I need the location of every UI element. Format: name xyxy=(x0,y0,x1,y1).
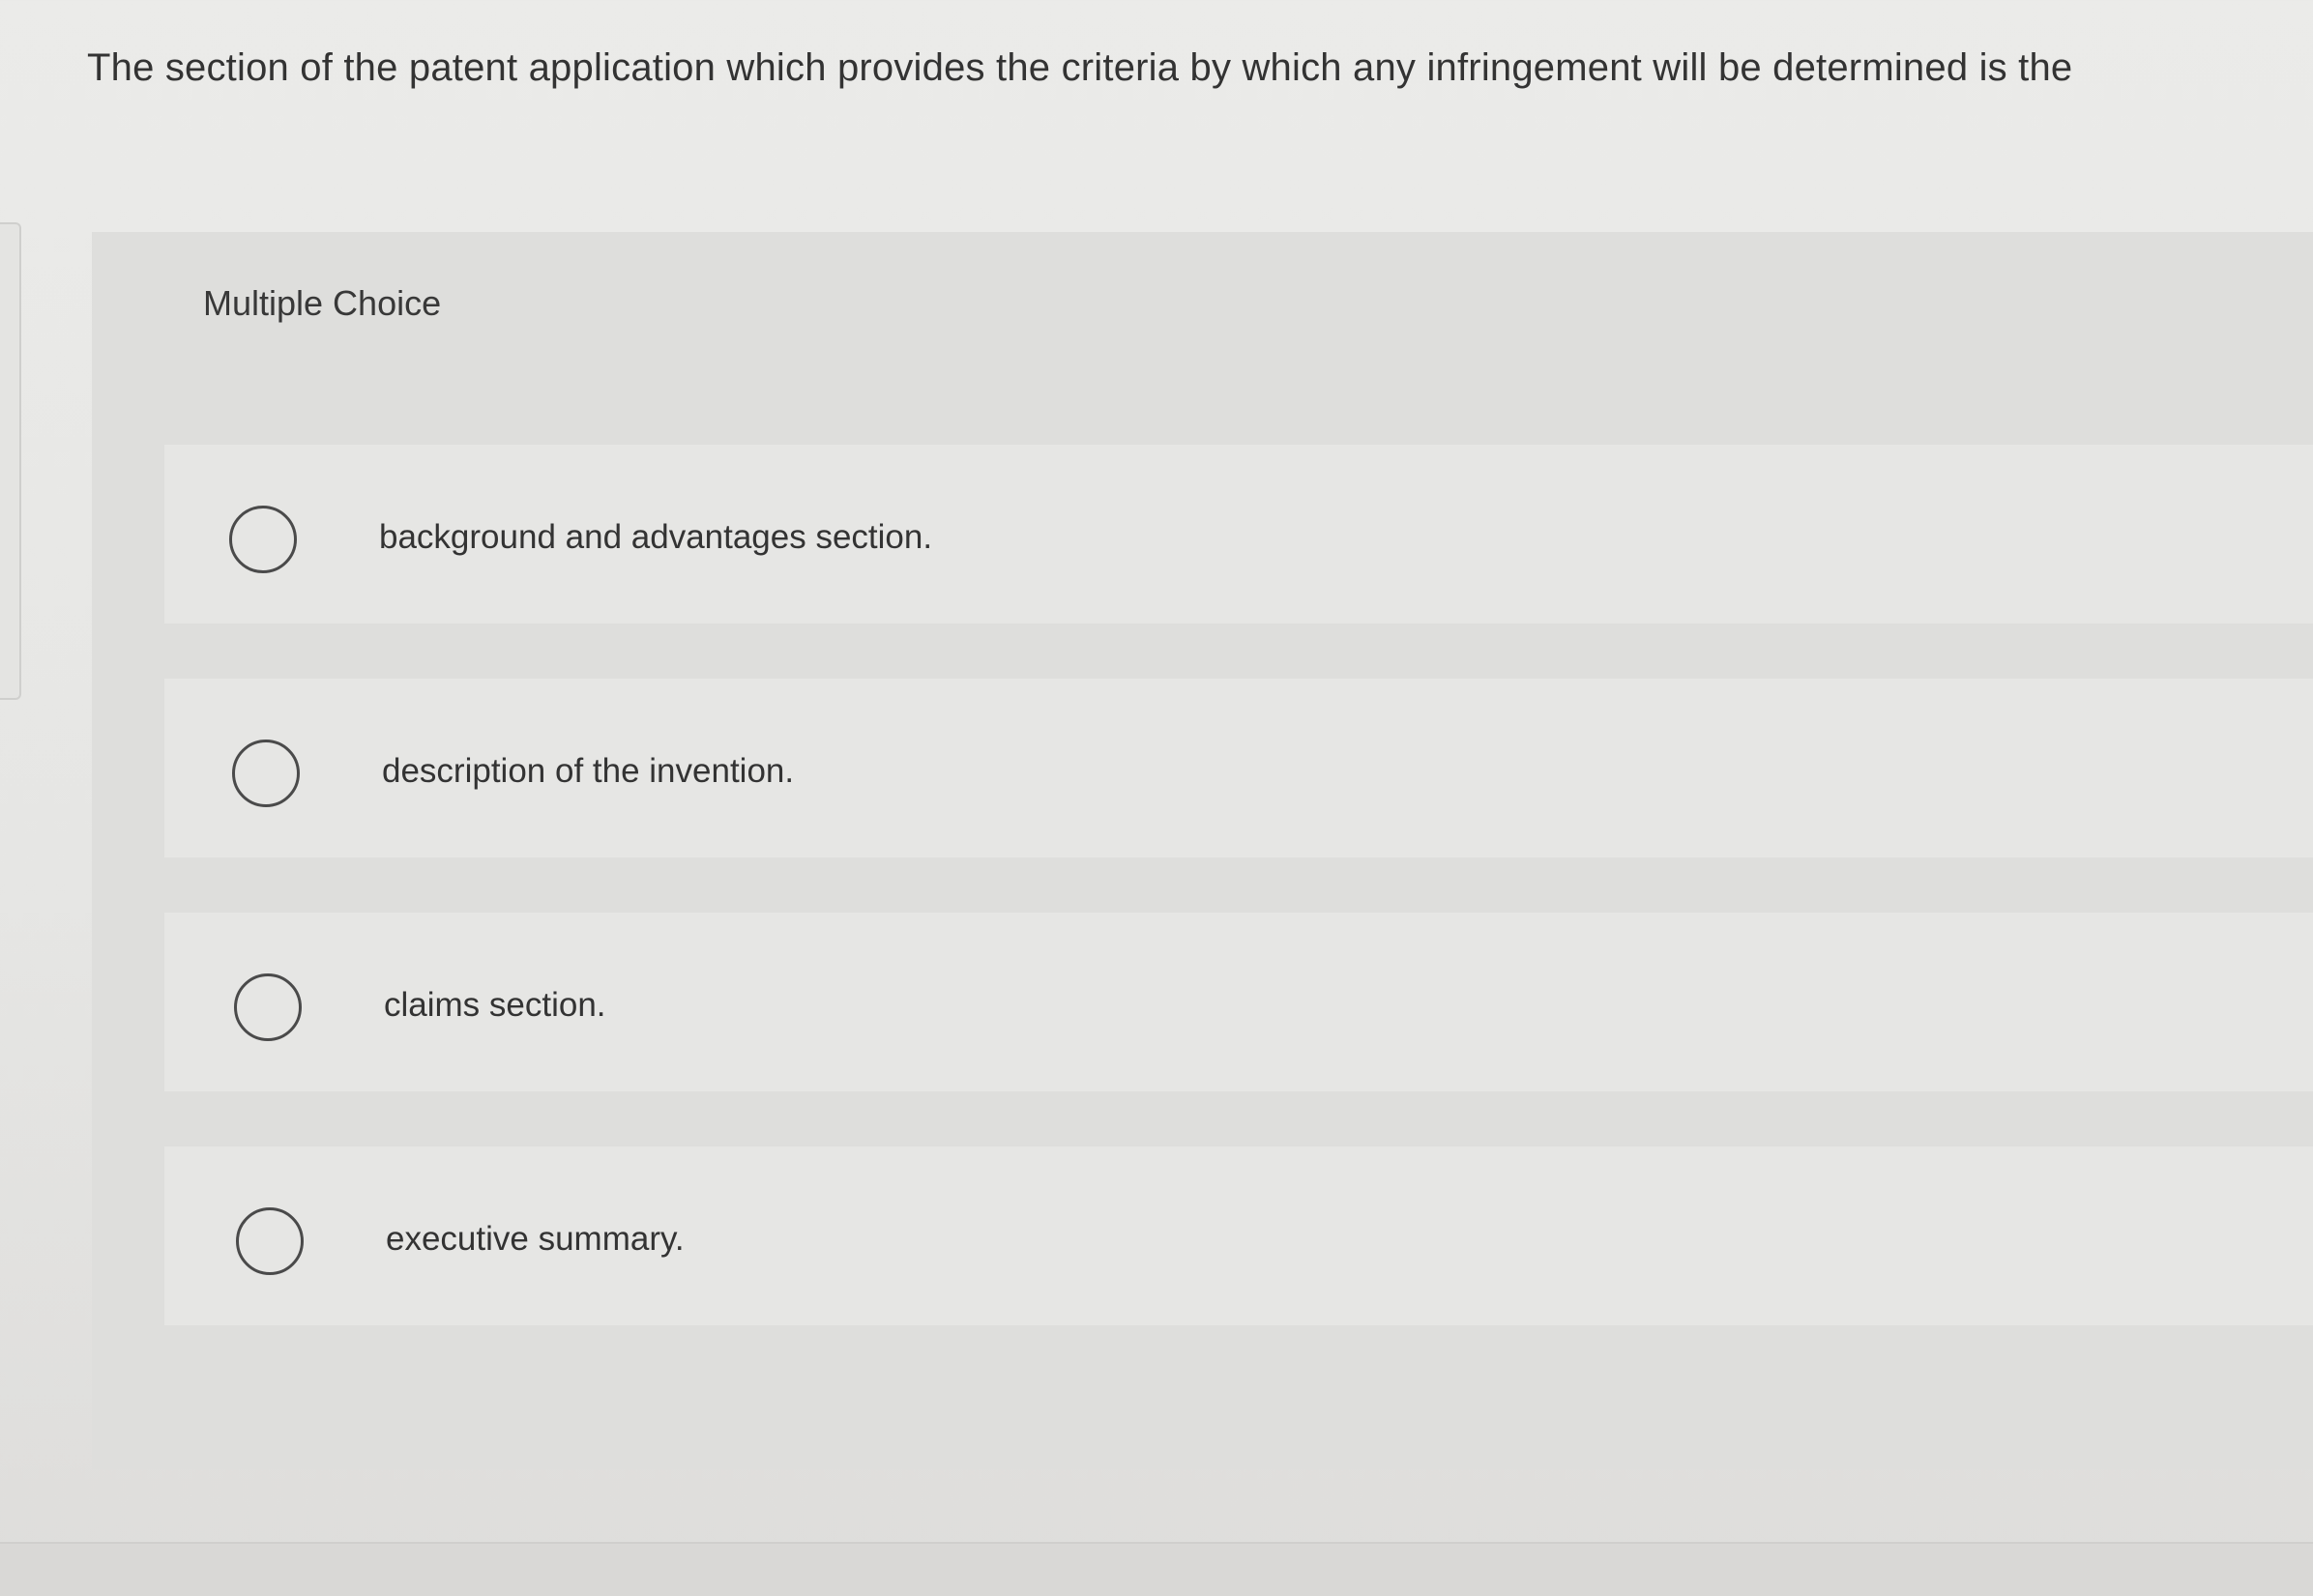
radio-button-icon[interactable] xyxy=(236,1207,304,1275)
answer-option-label: description of the invention. xyxy=(382,752,795,790)
answer-option-3[interactable]: claims section. xyxy=(164,913,2313,1091)
radio-button-icon[interactable] xyxy=(229,506,297,573)
left-panel-edge xyxy=(0,222,21,700)
answer-option-label: executive summary. xyxy=(386,1220,685,1258)
multiple-choice-panel: Multiple Choice background and advantage… xyxy=(92,232,2313,1469)
radio-button-icon[interactable] xyxy=(234,973,302,1041)
radio-button-icon[interactable] xyxy=(232,740,300,807)
answer-option-1[interactable]: background and advantages section. xyxy=(164,445,2313,624)
answer-option-2[interactable]: description of the invention. xyxy=(164,679,2313,857)
question-text: The section of the patent application wh… xyxy=(87,46,2073,89)
multiple-choice-label: Multiple Choice xyxy=(203,283,442,323)
answer-option-label: claims section. xyxy=(384,986,606,1024)
answer-option-4[interactable]: executive summary. xyxy=(164,1146,2313,1325)
answer-option-label: background and advantages section. xyxy=(379,518,933,556)
bottom-divider xyxy=(0,1542,2313,1596)
